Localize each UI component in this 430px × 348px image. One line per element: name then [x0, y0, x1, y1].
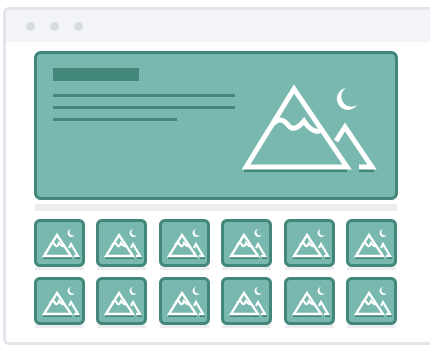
window-minimize-button[interactable]: [50, 22, 59, 31]
hero-banner[interactable]: [34, 51, 398, 200]
thumbnail-shadow: [222, 325, 271, 328]
mountain-moon-image-icon: [104, 229, 142, 259]
mountain-moon-image-icon: [42, 287, 80, 317]
thumbnail-shadow: [222, 267, 271, 270]
image-thumbnail[interactable]: [221, 277, 272, 325]
window-titlebar: [6, 10, 430, 42]
window-close-button[interactable]: [26, 22, 35, 31]
image-thumbnail[interactable]: [284, 219, 335, 267]
image-thumbnail[interactable]: [34, 219, 85, 267]
image-thumbnail[interactable]: [346, 219, 397, 267]
mountain-moon-image-icon: [42, 229, 80, 259]
thumbnail-shadow: [347, 267, 396, 270]
image-thumbnail[interactable]: [159, 219, 210, 267]
thumbnail-shadow: [347, 325, 396, 328]
mountain-moon-image-icon: [292, 287, 330, 317]
thumbnail-shadow: [285, 267, 334, 270]
image-thumbnail[interactable]: [96, 219, 147, 267]
mountain-moon-image-icon: [167, 287, 205, 317]
thumbnail-shadow: [35, 325, 84, 328]
thumbnail-shadow: [97, 267, 146, 270]
mountain-moon-image-icon: [242, 84, 377, 172]
mountain-moon-image-icon: [167, 229, 205, 259]
image-thumbnail[interactable]: [96, 277, 147, 325]
image-thumbnail[interactable]: [284, 277, 335, 325]
mountain-moon-image-icon: [229, 229, 267, 259]
mountain-moon-image-icon: [354, 287, 392, 317]
window-maximize-button[interactable]: [74, 22, 83, 31]
mountain-moon-image-icon: [292, 229, 330, 259]
hero-text-line: [53, 94, 235, 97]
hero-text-line: [53, 106, 235, 109]
mountain-moon-image-icon: [229, 287, 267, 317]
thumbnail-gallery: [34, 219, 404, 329]
thumbnail-shadow: [97, 325, 146, 328]
thumbnail-shadow: [35, 267, 84, 270]
mountain-moon-image-icon: [354, 229, 392, 259]
mountain-moon-image-icon: [104, 287, 142, 317]
thumbnail-shadow: [160, 267, 209, 270]
thumbnail-shadow: [160, 325, 209, 328]
image-thumbnail[interactable]: [159, 277, 210, 325]
image-thumbnail[interactable]: [34, 277, 85, 325]
hero-shadow: [35, 204, 397, 211]
image-thumbnail[interactable]: [346, 277, 397, 325]
image-thumbnail[interactable]: [221, 219, 272, 267]
hero-text-line: [53, 118, 177, 121]
hero-title-placeholder: [53, 68, 139, 81]
thumbnail-shadow: [285, 325, 334, 328]
